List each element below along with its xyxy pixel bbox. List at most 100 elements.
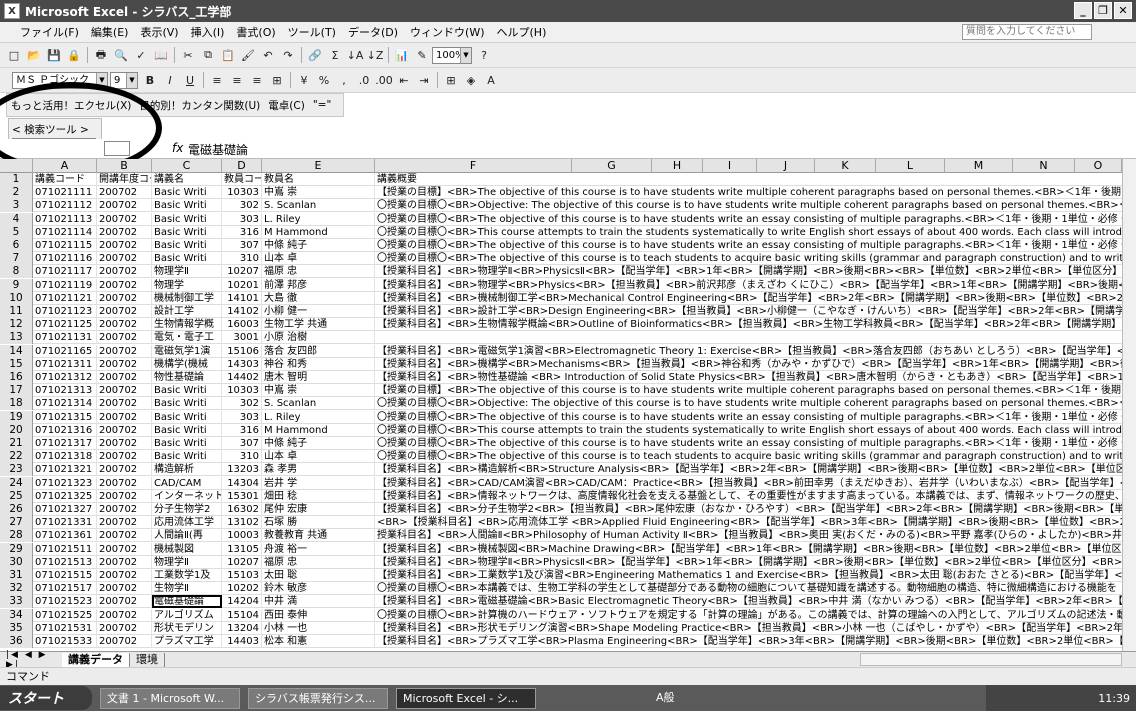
column-header[interactable]: L — [876, 159, 945, 173]
underline-icon[interactable]: U — [181, 71, 199, 89]
cell-c[interactable]: Basic Writi — [152, 437, 222, 450]
cell-a[interactable]: 071021113 — [33, 212, 97, 226]
ime-indicator[interactable]: A般 — [656, 689, 675, 705]
cell-c[interactable]: Basic Writi — [152, 252, 222, 266]
cell-f[interactable]: 〇授業の目標〇<BR>This course attempts to train… — [375, 226, 1122, 239]
cell-c[interactable]: 電磁気学1演 — [152, 344, 222, 358]
cell-b[interactable]: 200702 — [97, 305, 152, 318]
cell-c[interactable]: Basic Writi — [152, 384, 222, 398]
cell-c[interactable]: 機構学(機械 — [152, 357, 222, 371]
cell-d[interactable]: 14204 — [222, 595, 262, 609]
addin-calculator-button[interactable]: 電卓(C) — [268, 98, 305, 113]
cell-b[interactable]: 200702 — [97, 291, 152, 305]
cell-a[interactable]: 071021123 — [33, 305, 97, 318]
cell-e[interactable]: 小原 治樹 — [262, 331, 375, 345]
cell-b[interactable]: 200702 — [97, 384, 152, 398]
cell-f[interactable]: 【授業の目標】<BR>The objective of this course … — [375, 384, 1122, 397]
menu-item-insert[interactable]: 挿入(I) — [185, 24, 231, 40]
borders-icon[interactable]: ⊞ — [442, 71, 460, 89]
cell-d[interactable]: 14102 — [222, 305, 262, 318]
cell-a[interactable]: 071021312 — [33, 371, 97, 384]
new-icon[interactable]: □ — [5, 46, 23, 64]
cell-d[interactable]: 15103 — [222, 569, 262, 582]
row-number[interactable]: 6 — [0, 239, 33, 252]
row-number[interactable]: 34 — [0, 608, 33, 622]
cell-a[interactable]: 071021314 — [33, 397, 97, 411]
cell-d[interactable]: 302 — [222, 199, 262, 213]
cell-d[interactable]: 316 — [222, 225, 262, 239]
cell-d[interactable]: 307 — [222, 437, 262, 450]
cell-d[interactable]: 13204 — [222, 621, 262, 635]
cell-d[interactable]: 13102 — [222, 516, 262, 530]
row-number[interactable]: 25 — [0, 489, 33, 503]
undo-icon[interactable]: ↶ — [259, 46, 277, 64]
cell-d[interactable]: 316 — [222, 423, 262, 437]
chart-wizard-icon[interactable]: 📊 — [393, 46, 411, 64]
cell-c[interactable]: 物性基礎論 — [152, 371, 222, 384]
cell-c[interactable]: Basic Writi — [152, 410, 222, 424]
cell-d[interactable]: 教員コード — [222, 173, 262, 186]
cell-b[interactable]: 200702 — [97, 608, 152, 622]
cell-f[interactable]: 【授業科目名】<BR>形状モデリング演習<BR>Shape Modeling P… — [375, 622, 1122, 635]
spelling-icon[interactable]: ✓ — [132, 46, 150, 64]
cell-e[interactable]: 畑田 稔 — [262, 489, 375, 503]
cell-e[interactable]: 尾仲 宏康 — [262, 503, 375, 516]
row-number[interactable]: 26 — [0, 503, 33, 516]
cell-d[interactable]: 14304 — [222, 476, 262, 490]
cell-a[interactable]: 071021111 — [33, 186, 97, 200]
row-number[interactable]: 36 — [0, 635, 33, 648]
cell-e[interactable]: 福原 忠 — [262, 555, 375, 569]
cell-b[interactable]: 200702 — [97, 186, 152, 200]
cell-a[interactable]: 071021513 — [33, 555, 97, 569]
cell-f[interactable]: 【授業科目名】<BR>機械製図<BR>Machine Drawing<BR>【配… — [375, 543, 1122, 556]
cell-b[interactable]: 200702 — [97, 397, 152, 411]
cell-d[interactable]: 15301 — [222, 489, 262, 503]
cell-f[interactable]: 【授業科目名】<BR>物性基礎論 <BR> Introduction of So… — [375, 371, 1122, 384]
currency-icon[interactable]: ¥ — [295, 71, 313, 89]
cell-e[interactable]: 落合 友四郎 — [262, 344, 375, 358]
row-number[interactable]: 28 — [0, 529, 33, 543]
clock[interactable]: 11:39 — [1098, 692, 1130, 705]
cell-f[interactable]: 【授業科目名】<BR>分子生物学2<BR>【担当教員】<BR>尾仲宏康（おなか・… — [375, 503, 1122, 516]
cell-b[interactable]: 200702 — [97, 635, 152, 648]
cell-b[interactable]: 200702 — [97, 529, 152, 543]
cell-c[interactable]: Basic Writi — [152, 186, 222, 200]
cell-e[interactable]: S. Scanlan — [262, 199, 375, 213]
cell-b[interactable]: 200702 — [97, 476, 152, 490]
cell-b[interactable]: 200702 — [97, 199, 152, 213]
cell-a[interactable]: 講義コード — [33, 173, 97, 186]
cell-e[interactable]: 小林 一也 — [262, 621, 375, 635]
cell-a[interactable]: 071021523 — [33, 595, 97, 609]
cell-d[interactable]: 3001 — [222, 331, 262, 345]
row-number[interactable]: 2 — [0, 186, 33, 200]
cell-a[interactable]: 071021325 — [33, 489, 97, 503]
align-center-icon[interactable]: ≡ — [228, 71, 246, 89]
print-icon[interactable]: 🖶 — [92, 46, 110, 64]
cell-f[interactable]: 〇授業の目標〇<BR>The objective of this course … — [375, 450, 1122, 463]
addin-functions-button[interactable]: 目的別！カンタン関数(U) — [139, 98, 260, 113]
addin-equals-button[interactable]: "=" — [313, 99, 331, 111]
column-header[interactable]: M — [945, 159, 1013, 173]
cell-f[interactable]: 【授業科目名】<BR>物理学Ⅱ<BR>PhysicsⅡ<BR>【配当学年】<BR… — [375, 265, 1122, 278]
task-word[interactable]: 文書 1 - Microsoft W... — [100, 687, 240, 709]
cell-e[interactable]: L. Riley — [262, 212, 375, 226]
cell-d[interactable]: 10303 — [222, 186, 262, 200]
row-number[interactable]: 22 — [0, 450, 33, 464]
print-preview-icon[interactable]: 🔍 — [112, 46, 130, 64]
cell-e[interactable]: 石塚 勝 — [262, 516, 375, 530]
merge-center-icon[interactable]: ⊞ — [268, 71, 286, 89]
row-number[interactable]: 20 — [0, 423, 33, 437]
cell-c[interactable]: 分子生物学2 — [152, 503, 222, 516]
column-header[interactable]: G — [572, 159, 652, 173]
cell-d[interactable]: 10202 — [222, 582, 262, 596]
cell-a[interactable]: 071021119 — [33, 278, 97, 292]
cell-f[interactable]: 〇授業の目標〇<BR>The objective of this course … — [375, 437, 1122, 450]
cell-d[interactable]: 303 — [222, 212, 262, 226]
row-number[interactable]: 32 — [0, 582, 33, 596]
start-button[interactable]: スタート — [0, 686, 92, 710]
bold-icon[interactable]: B — [141, 71, 159, 89]
menu-item-view[interactable]: 表示(V) — [134, 24, 184, 40]
cell-a[interactable]: 071021517 — [33, 582, 97, 596]
menu-item-data[interactable]: データ(D) — [342, 24, 404, 40]
cell-a[interactable]: 071021331 — [33, 516, 97, 530]
